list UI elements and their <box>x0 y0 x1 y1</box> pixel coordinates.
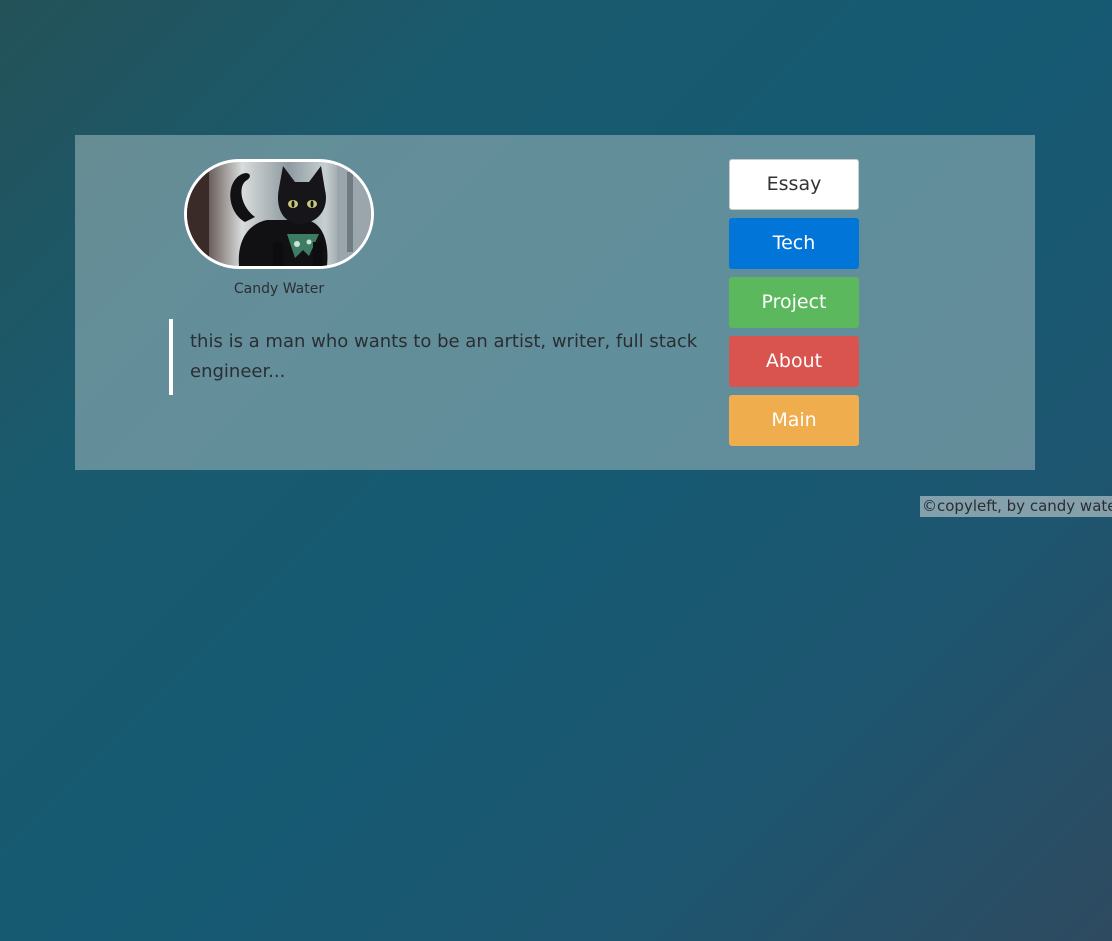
profile: Candy Water <box>184 159 374 297</box>
nav-buttons: Essay Tech Project About Main <box>729 159 859 454</box>
main-button[interactable]: Main <box>729 395 859 446</box>
essay-button[interactable]: Essay <box>729 159 859 210</box>
author-name: Candy Water <box>233 281 325 297</box>
about-button[interactable]: About <box>729 336 859 387</box>
black-cat-icon <box>187 162 371 266</box>
profile-card: Candy Water this is a man who wants to b… <box>75 135 1035 470</box>
footer-copyleft: ©copyleft, by candy water <box>920 496 1112 517</box>
avatar <box>184 159 374 269</box>
bio-quote: this is a man who wants to be an artist,… <box>169 319 710 395</box>
tech-button[interactable]: Tech <box>729 218 859 269</box>
project-button[interactable]: Project <box>729 277 859 328</box>
